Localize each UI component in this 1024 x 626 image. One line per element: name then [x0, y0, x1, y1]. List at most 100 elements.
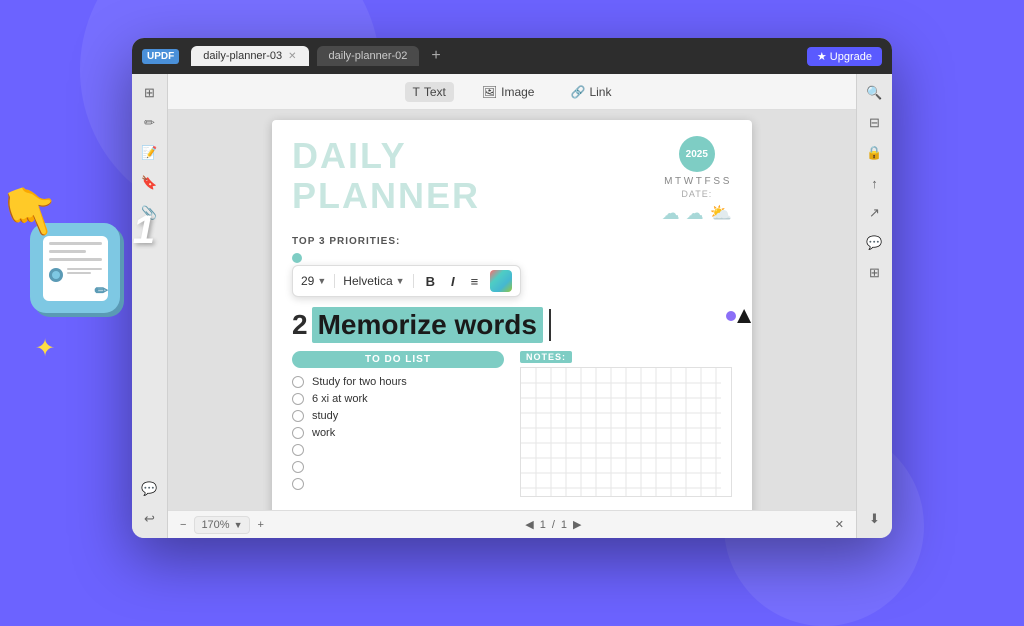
todo-header: TO DO LIST [292, 351, 504, 368]
todo-item-3: study [292, 410, 504, 422]
sidebar-icon-back[interactable]: ↩ [139, 508, 161, 530]
selection-handle[interactable] [726, 311, 736, 321]
zoom-in-icon[interactable]: + [258, 519, 264, 531]
memorize-text-container[interactable]: 2 Memorize words [292, 307, 732, 343]
title-bar: UPDF daily-planner-03 ✕ daily-planner-02… [132, 38, 892, 74]
status-bar: − 170% ▼ + ◀ 1 / 1 ▶ ✕ [168, 510, 856, 538]
rain-icon: ⛅ [710, 203, 732, 224]
todo-circle-5[interactable] [292, 444, 304, 456]
close-status-icon[interactable]: ✕ [835, 518, 844, 531]
top-toolbar: T Text 🖼 Image 🔗 Link [168, 74, 856, 110]
todo-item-2: 6 xi at work [292, 393, 504, 405]
sidebar-icon-notes[interactable]: 📝 [139, 142, 161, 164]
color-picker-button[interactable] [490, 270, 512, 292]
todo-circle-6[interactable] [292, 461, 304, 473]
weather-icons: ☁ ☁ ⛅ [662, 203, 732, 224]
todo-text-1: Study for two hours [312, 376, 407, 388]
todo-item-4: work [292, 427, 504, 439]
font-size-chevron: ▼ [317, 276, 326, 286]
mascot-area: 👇 ✏ ✦ 1 [30, 223, 150, 353]
upgrade-button[interactable]: ★ Upgrade [807, 47, 882, 66]
todo-text-3: study [312, 410, 338, 422]
todo-section: TO DO LIST Study for two hours 6 xi at w… [292, 351, 504, 497]
tab-daily-planner-03[interactable]: daily-planner-03 ✕ [191, 46, 308, 66]
notes-header: NOTES: [520, 351, 732, 363]
bold-button[interactable]: B [422, 272, 439, 291]
right-sidebar-comment[interactable]: 💬 [864, 232, 886, 254]
todo-circle-3[interactable] [292, 410, 304, 422]
number-badge: 1 [133, 208, 155, 253]
link-tool-icon: 🔗 [570, 85, 585, 99]
app-window: UPDF daily-planner-03 ✕ daily-planner-02… [132, 38, 892, 538]
text-cursor [549, 309, 551, 341]
image-tool-button[interactable]: 🖼 Image [474, 82, 543, 102]
zoom-chevron: ▼ [234, 520, 243, 530]
sidebar-icon-grid[interactable]: ⊞ [139, 82, 161, 104]
priorities-label: TOP 3 PRIORITIES: [292, 236, 732, 247]
updf-logo: UPDF [142, 49, 179, 64]
tab-add-button[interactable]: + [431, 47, 440, 65]
tab-close-icon[interactable]: ✕ [288, 51, 296, 62]
todo-circle-4[interactable] [292, 427, 304, 439]
right-sidebar: 🔍 ⊟ 🔒 ↑ ↗ 💬 ⊞ ⬇ [856, 74, 892, 538]
right-sidebar-search[interactable]: 🔍 [864, 82, 886, 104]
cloud-icon-2: ☁ [686, 203, 704, 224]
todo-item-5 [292, 444, 504, 456]
sidebar-icon-comment[interactable]: 💬 [139, 478, 161, 500]
right-sidebar-down[interactable]: ⬇ [864, 508, 886, 530]
text-tool-button[interactable]: T Text [405, 82, 454, 102]
todo-circle-7[interactable] [292, 478, 304, 490]
notes-grid [520, 367, 732, 497]
todo-text-4: work [312, 427, 335, 439]
tab-daily-planner-02[interactable]: daily-planner-02 [317, 46, 420, 66]
page-separator: / [552, 519, 555, 531]
list-button[interactable]: ≡ [467, 272, 483, 291]
text-format-toolbar: 29 ▼ Helvetica ▼ B I ≡ [292, 265, 521, 297]
planner-header: DAILY PLANNER 2025 M T W T F S S DATE: ☁… [272, 120, 752, 232]
page-nav: ◀ 1 / 1 ▶ [525, 518, 581, 531]
page-current: 1 [540, 519, 546, 531]
memorize-container[interactable]: 29 ▼ Helvetica ▼ B I ≡ [272, 307, 752, 351]
main-area: ⊞ ✏ 📝 🔖 📎 💬 ↩ T Text 🖼 Image [132, 74, 892, 538]
right-sidebar-share[interactable]: ↗ [864, 202, 886, 224]
right-sidebar-lock[interactable]: 🔒 [864, 142, 886, 164]
cloud-icon-1: ☁ [662, 203, 680, 224]
zoom-control[interactable]: 170% ▼ [194, 516, 249, 534]
right-sidebar-grid2[interactable]: ⊞ [864, 262, 886, 284]
todo-item-1: Study for two hours [292, 376, 504, 388]
memorize-number: 2 [292, 309, 308, 341]
font-family-control[interactable]: Helvetica ▼ [343, 274, 413, 288]
grid-lines [521, 368, 732, 497]
day-labels: M T W T F S S [664, 176, 729, 187]
sidebar-icon-bookmark[interactable]: 🔖 [139, 172, 161, 194]
link-tool-button[interactable]: 🔗 Link [562, 82, 619, 102]
planner-page: DAILY PLANNER 2025 M T W T F S S DATE: ☁… [272, 120, 752, 510]
date-circle: 2025 [679, 136, 715, 172]
page-total: 1 [561, 519, 567, 531]
planner-title-line2: PLANNER [292, 176, 480, 216]
italic-button[interactable]: I [447, 272, 459, 291]
todo-text-2: 6 xi at work [312, 393, 368, 405]
todo-circle-2[interactable] [292, 393, 304, 405]
prev-page-button[interactable]: ◀ [525, 518, 533, 531]
toolbar-area: T Text 🖼 Image 🔗 Link [168, 74, 856, 538]
font-family-chevron: ▼ [396, 276, 405, 286]
zoom-out-icon[interactable]: − [180, 519, 186, 531]
text-tool-icon: T [413, 85, 420, 99]
zoom-level: 170% [201, 519, 229, 531]
planner-title-line1: DAILY [292, 136, 480, 176]
todo-circle-1[interactable] [292, 376, 304, 388]
sidebar-icon-edit[interactable]: ✏ [139, 112, 161, 134]
star-burst: ✦ [35, 334, 55, 363]
doc-canvas: DAILY PLANNER 2025 M T W T F S S DATE: ☁… [168, 110, 856, 510]
next-page-button[interactable]: ▶ [573, 518, 581, 531]
date-label: DATE: [681, 189, 712, 199]
font-size-control[interactable]: 29 ▼ [301, 274, 335, 288]
right-sidebar-up[interactable]: ↑ [864, 172, 886, 194]
image-tool-icon: 🖼 [482, 85, 497, 99]
notes-tag: NOTES: [520, 351, 572, 363]
todo-item-6 [292, 461, 504, 473]
notes-section: NOTES: [520, 351, 732, 497]
right-sidebar-grid[interactable]: ⊟ [864, 112, 886, 134]
lower-content: TO DO LIST Study for two hours 6 xi at w… [272, 351, 752, 497]
